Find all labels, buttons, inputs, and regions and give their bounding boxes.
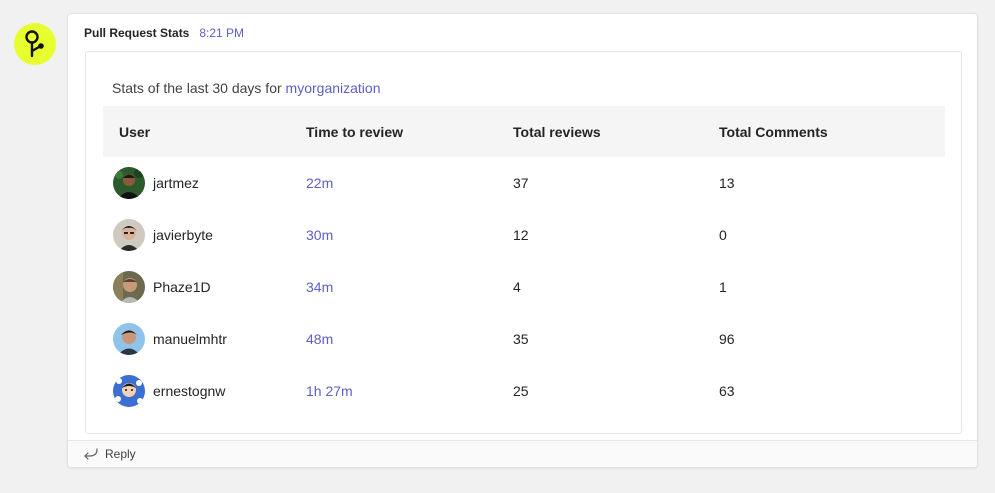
column-header-total-comments: Total Comments — [719, 123, 828, 140]
user-cell: ernestognw — [103, 375, 306, 407]
git-branch-icon — [25, 30, 44, 58]
avatar[interactable] — [113, 375, 145, 407]
time-to-review-value: 48m — [306, 331, 334, 347]
username: Phaze1D — [153, 279, 211, 295]
message-container: Pull Request Stats 8:21 PM Stats of the … — [67, 13, 978, 468]
message-timestamp: 8:21 PM — [199, 26, 245, 40]
stats-card: Stats of the last 30 days for myorganiza… — [85, 51, 962, 434]
reply-button[interactable]: Reply — [68, 440, 977, 467]
stats-table: User Time to review Total reviews Total … — [103, 106, 945, 417]
total-comments-value: 63 — [719, 383, 735, 399]
total-comments-value: 1 — [719, 279, 727, 295]
reply-arrow-icon — [83, 447, 99, 461]
table-row: javierbyte 30m 12 0 — [103, 209, 945, 261]
table-row: manuelmhtr 48m 35 96 — [103, 313, 945, 365]
table-row: Phaze1D 34m 4 1 — [103, 261, 945, 313]
column-header-user: User — [119, 123, 151, 140]
time-to-review-value: 1h 27m — [306, 383, 353, 399]
total-reviews-value: 12 — [513, 227, 529, 243]
username: ernestognw — [153, 383, 226, 399]
app-avatar[interactable] — [14, 23, 56, 65]
table-row: ernestognw 1h 27m 25 63 — [103, 365, 945, 417]
total-comments-value: 0 — [719, 227, 727, 243]
total-reviews-value: 25 — [513, 383, 529, 399]
username: javierbyte — [153, 227, 213, 243]
message-header: Pull Request Stats 8:21 PM — [84, 26, 244, 44]
organization-link[interactable]: myorganization — [286, 80, 381, 96]
total-comments-value: 96 — [719, 331, 735, 347]
time-to-review-value: 30m — [306, 227, 334, 243]
user-cell: Phaze1D — [103, 271, 306, 303]
table-header: User Time to review Total reviews Total … — [103, 106, 945, 157]
stats-summary: Stats of the last 30 days for myorganiza… — [112, 80, 380, 96]
avatar[interactable] — [113, 167, 145, 199]
total-reviews-value: 37 — [513, 175, 529, 191]
time-to-review-value: 22m — [306, 175, 334, 191]
column-header-time-to-review: Time to review — [306, 123, 404, 140]
total-reviews-value: 4 — [513, 279, 521, 295]
column-header-total-reviews: Total reviews — [513, 123, 601, 140]
avatar[interactable] — [113, 271, 145, 303]
time-to-review-value: 34m — [306, 279, 334, 295]
table-row: jartmez 22m 37 13 — [103, 157, 945, 209]
sender-name[interactable]: Pull Request Stats — [84, 26, 189, 40]
username: manuelmhtr — [153, 331, 227, 347]
user-cell: javierbyte — [103, 219, 306, 251]
reply-label: Reply — [105, 447, 136, 461]
user-cell: manuelmhtr — [103, 323, 306, 355]
avatar[interactable] — [113, 323, 145, 355]
username: jartmez — [153, 175, 199, 191]
total-comments-value: 13 — [719, 175, 735, 191]
avatar[interactable] — [113, 219, 145, 251]
user-cell: jartmez — [103, 167, 306, 199]
summary-text: Stats of the last 30 days for — [112, 80, 282, 96]
total-reviews-value: 35 — [513, 331, 529, 347]
